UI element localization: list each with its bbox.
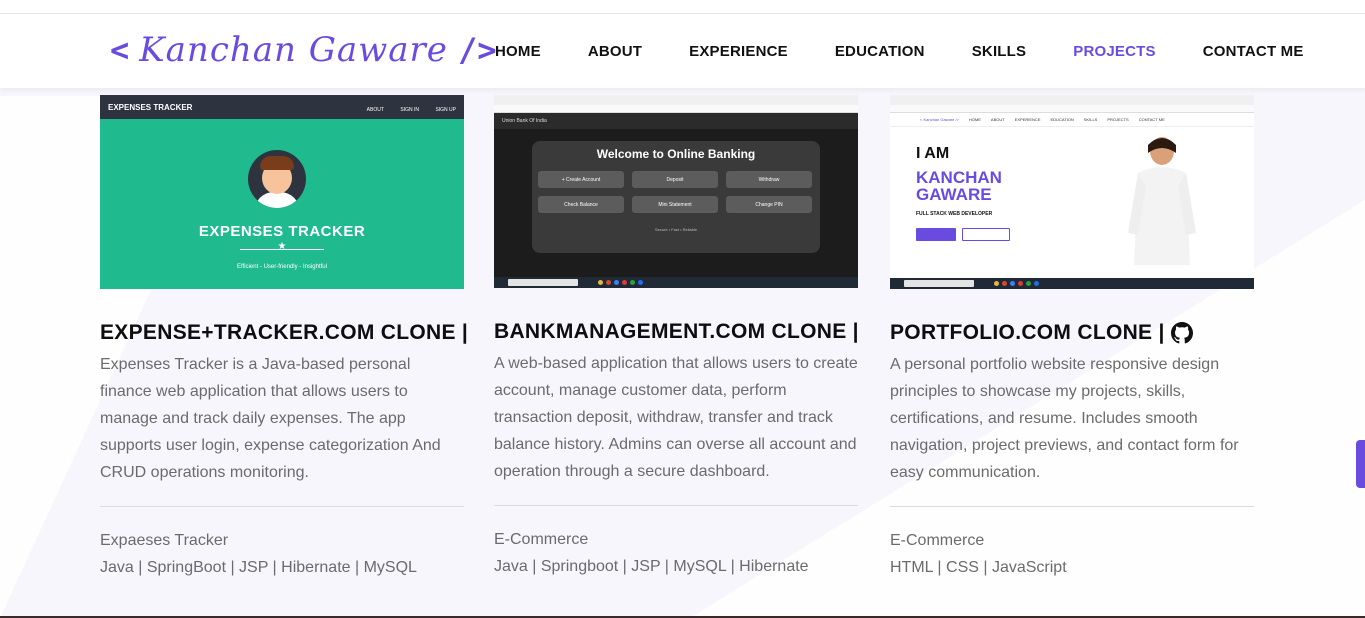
project-card-bank-management: Union Bank Of India Welcome to Online Ba… <box>494 95 859 580</box>
thumb-browser-bar <box>890 95 1254 105</box>
person-photo <box>1128 137 1196 265</box>
thumb-line1: I AM <box>916 145 950 162</box>
logo-close-bracket: /> <box>457 31 497 69</box>
project-tech-stack: Java | Springboot | JSP | MySQL | Hibern… <box>494 558 809 575</box>
thumb-navbar: < Kanchan Gaware /> HOME ABOUT EXPERIENC… <box>890 113 1254 127</box>
project-title: BANKMANAGEMENT.COM CLONE | <box>494 320 859 344</box>
project-thumbnail[interactable]: Union Bank Of India Welcome to Online Ba… <box>494 95 858 288</box>
thumb-nav-item: EXPERIENCE <box>1014 117 1041 122</box>
scrollbar-thumb[interactable] <box>1356 440 1365 488</box>
project-description: Expenses Tracker is a Java-based persona… <box>100 356 441 481</box>
thumb-panel: Welcome to Online Banking + Create Accou… <box>532 141 820 253</box>
thumb-bookmarks-bar <box>494 105 858 113</box>
project-tech-stack: Java | SpringBoot | JSP | Hibernate | My… <box>100 559 417 576</box>
nav-projects[interactable]: PROJECTS <box>1073 43 1155 60</box>
nav-education[interactable]: EDUCATION <box>835 43 925 60</box>
thumb-logo: < Kanchan Gaware /> <box>920 117 959 122</box>
nav-about[interactable]: ABOUT <box>588 43 642 60</box>
thumb-button: Check Balance <box>538 196 624 213</box>
project-thumbnail[interactable]: < Kanchan Gaware /> HOME ABOUT EXPERIENC… <box>890 95 1254 289</box>
thumb-line2: KANCHAN <box>916 168 1002 187</box>
browser-top-strip <box>0 0 1365 14</box>
thumb-navbar: EXPENSES TRACKER ABOUT SIGN IN SIGN UP <box>100 95 464 119</box>
site-header: < Kanchan Gaware /> HOME ABOUT EXPERIENC… <box>0 14 1365 88</box>
thumb-headline: Welcome to Online Banking <box>596 147 756 161</box>
avatar-illustration <box>248 150 306 208</box>
thumb-role: FULL STACK WEB DEVELOPER <box>916 211 993 217</box>
thumb-nav-item: PROJECTS <box>1107 117 1129 122</box>
card-divider <box>890 506 1254 507</box>
thumb-nav-item: SKILLS <box>1083 117 1098 122</box>
project-title-text: EXPENSE+TRACKER.COM CLONE | <box>100 321 469 344</box>
project-title: EXPENSE+TRACKER.COM CLONE | <box>100 321 468 345</box>
main-nav: HOME ABOUT EXPERIENCE EDUCATION SKILLS P… <box>495 14 1304 88</box>
project-card-portfolio: < Kanchan Gaware /> HOME ABOUT EXPERIENC… <box>890 95 1254 581</box>
project-category: Expaeses Tracker <box>100 532 229 549</box>
project-title-text: BANKMANAGEMENT.COM CLONE | <box>494 320 859 343</box>
thumb-button: Deposit <box>632 171 718 188</box>
project-description: A web-based application that allows user… <box>494 355 858 480</box>
thumb-link: ABOUT <box>366 107 384 113</box>
thumb-button: + Create Account <box>538 171 624 188</box>
project-description: A personal portfolio website responsive … <box>890 356 1239 481</box>
thumb-nav-item: HOME <box>968 117 981 122</box>
logo-open-bracket: < <box>110 31 130 69</box>
github-icon[interactable] <box>1170 322 1193 344</box>
project-category: E-Commerce <box>494 531 589 548</box>
project-category: E-Commerce <box>890 532 985 549</box>
thumb-brand: EXPENSES TRACKER <box>108 102 193 112</box>
thumb-link: SIGN IN <box>400 107 419 113</box>
thumb-link: SIGN UP <box>435 107 456 113</box>
nav-contact[interactable]: CONTACT ME <box>1203 43 1304 60</box>
card-divider <box>100 506 464 507</box>
thumb-footer: Secure • Fast • Reliable <box>654 227 698 232</box>
thumb-line3: GAWARE <box>916 185 992 204</box>
thumb-button: Withdraw <box>726 171 812 188</box>
thumb-bookmarks-bar <box>890 105 1254 113</box>
thumb-buttons: + Create Account Deposit Withdraw Check … <box>532 161 820 213</box>
project-title-text: PORTFOLIO.COM CLONE | <box>890 321 1165 344</box>
project-title: PORTFOLIO.COM CLONE | <box>890 321 1254 345</box>
logo-name: Kanchan Gaware <box>139 30 448 70</box>
thumb-links: ABOUT SIGN IN SIGN UP <box>355 98 456 116</box>
nav-home[interactable]: HOME <box>495 43 541 60</box>
star-icon: ★ <box>277 241 287 252</box>
site-logo[interactable]: < Kanchan Gaware /> <box>110 22 496 78</box>
thumb-secondary-button <box>962 228 1010 241</box>
thumb-button: Mini Statement <box>632 196 718 213</box>
thumb-appbar: Union Bank Of India <box>494 113 858 129</box>
project-tech-stack: HTML | CSS | JavaScript <box>890 559 1067 576</box>
thumb-headline: EXPENSES TRACKER <box>198 223 366 240</box>
card-divider <box>494 505 858 506</box>
thumb-nav-item: ABOUT <box>990 117 1005 122</box>
nav-experience[interactable]: EXPERIENCE <box>689 43 788 60</box>
project-card-expense-tracker: EXPENSES TRACKER ABOUT SIGN IN SIGN UP E… <box>100 95 468 581</box>
project-thumbnail[interactable]: EXPENSES TRACKER ABOUT SIGN IN SIGN UP E… <box>100 95 464 289</box>
thumb-button: Change PIN <box>726 196 812 213</box>
thumb-taskbar <box>494 277 858 288</box>
thumb-nav-item: EDUCATION <box>1050 117 1074 122</box>
thumb-primary-button <box>916 228 956 241</box>
thumb-taskbar <box>890 278 1254 289</box>
thumb-tagline: Efficient - User-friendly - Insightful <box>237 264 327 270</box>
thumb-nav-item: CONTACT ME <box>1138 117 1165 122</box>
thumb-browser-bar <box>494 95 858 105</box>
thumb-name: KANCHAN GAWARE <box>916 169 1002 203</box>
nav-skills[interactable]: SKILLS <box>972 43 1027 60</box>
